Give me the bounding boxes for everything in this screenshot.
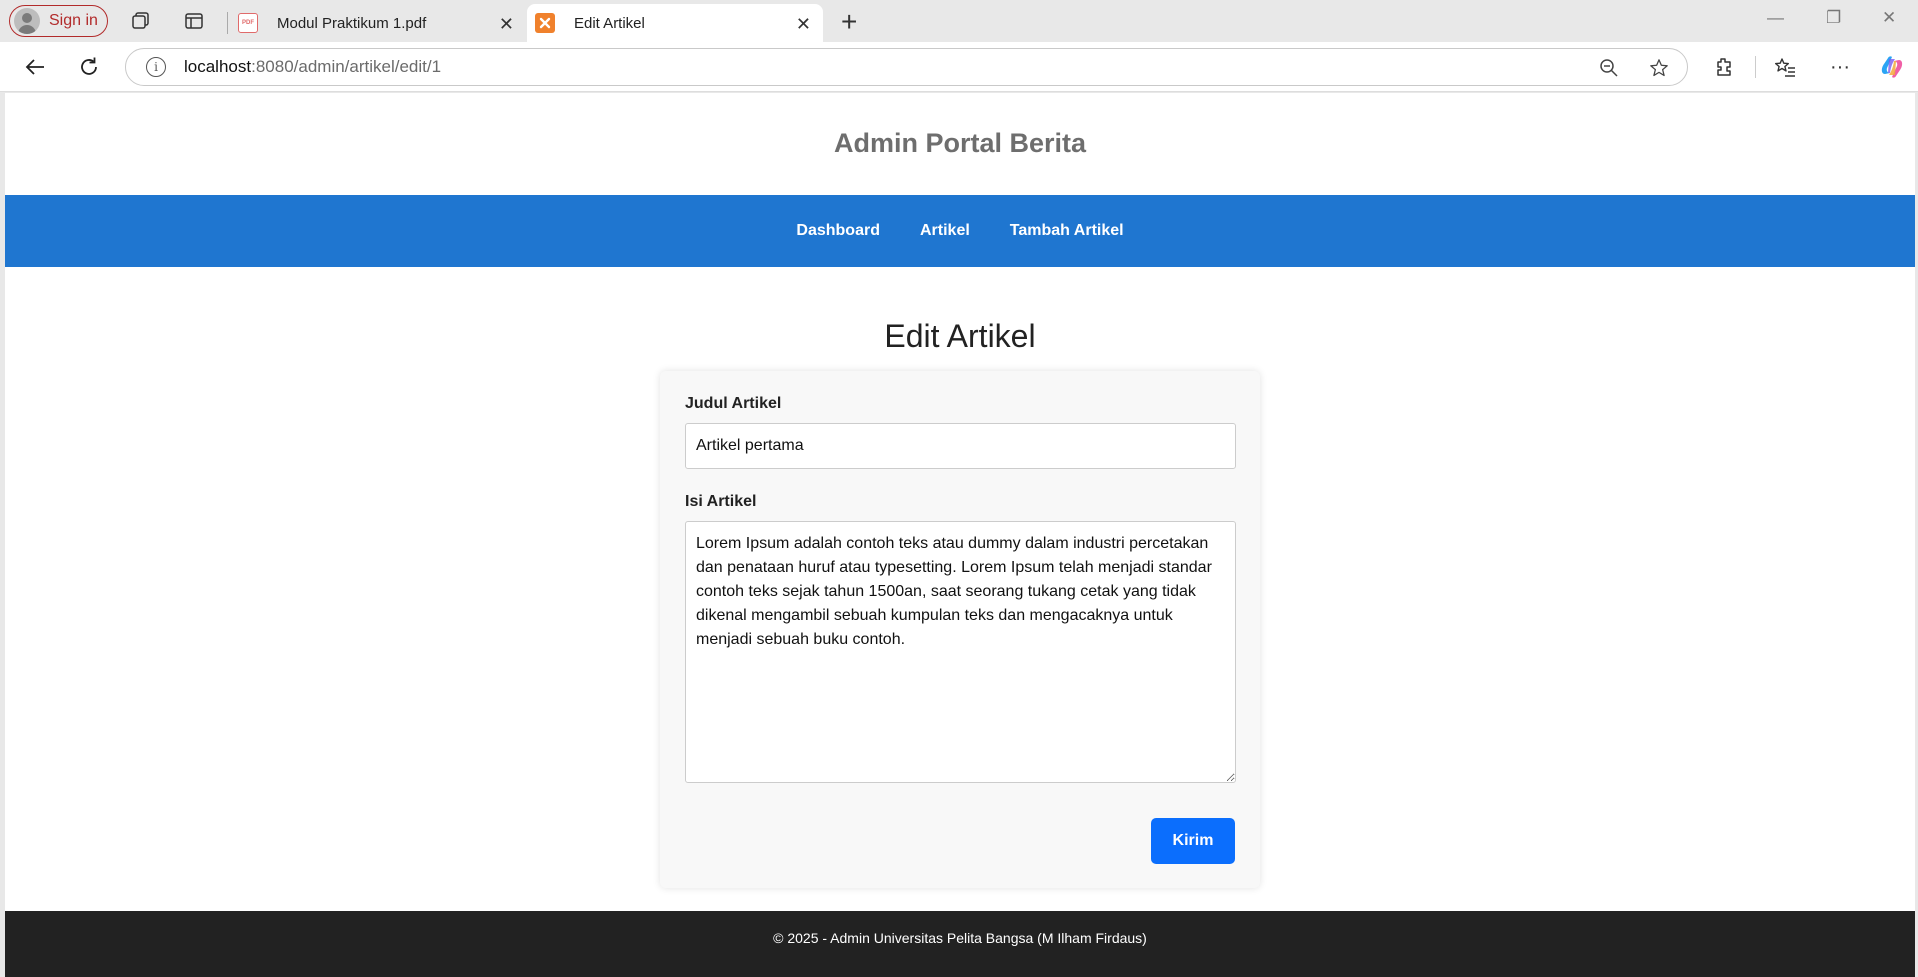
workspaces-icon[interactable] [129,9,153,33]
nav-artikel-link[interactable]: Artikel [920,222,970,240]
url-text: localhost:8080/admin/artikel/edit/1 [184,57,442,76]
edit-article-form: Judul Artikel Isi Artikel Lorem Ipsum ad… [660,371,1260,888]
body-textarea[interactable]: Lorem Ipsum adalah contoh teks atau dumm… [685,521,1236,783]
address-toolbar: i localhost:8080/admin/artikel/edit/1 ··… [0,42,1918,92]
sign-in-label: Sign in [49,12,98,29]
toolbar-divider [1755,56,1756,78]
sign-in-button[interactable]: Sign in [9,5,108,37]
site-header: Admin Portal Berita [5,93,1915,195]
title-input[interactable] [685,423,1236,469]
more-options-icon[interactable]: ··· [1827,54,1853,80]
browser-tab-bar: Sign in PDF Modul Praktikum 1.pdf ✕ Edit… [0,0,1918,42]
tab-title: Edit Artikel [574,14,645,32]
zoom-out-icon[interactable] [1599,58,1619,78]
favorite-star-icon[interactable] [1649,58,1669,78]
favorites-icon[interactable] [1772,54,1798,80]
close-tab-icon[interactable]: ✕ [499,14,514,35]
back-icon[interactable] [21,53,49,81]
extensions-icon[interactable] [1711,54,1737,80]
title-label: Judul Artikel [685,395,782,412]
new-tab-icon[interactable]: + [841,6,857,38]
reload-icon[interactable] [75,53,103,81]
restore-icon[interactable]: ❐ [1826,8,1841,28]
body-label: Isi Artikel [685,493,757,510]
minimize-icon[interactable]: — [1767,8,1784,28]
xampp-icon [535,13,555,33]
profile-avatar-icon [14,8,40,34]
pdf-icon: PDF [238,13,258,33]
tab-edit-artikel[interactable]: Edit Artikel ✕ [527,4,823,42]
tab-modul-praktikum[interactable]: PDF Modul Praktikum 1.pdf ✕ [230,4,526,42]
site-title: Admin Portal Berita [833,127,1087,158]
submit-button[interactable]: Kirim [1151,818,1235,864]
main-content: Edit Artikel Judul Artikel Isi Artikel L… [5,267,1915,888]
main-nav: Dashboard Artikel Tambah Artikel [5,195,1915,267]
tab-actions-icon[interactable] [182,9,206,33]
copilot-icon[interactable] [1879,54,1905,80]
nav-dashboard-link[interactable]: Dashboard [796,222,880,240]
window-close-icon[interactable]: ✕ [1882,8,1896,28]
footer-text: © 2025 - Admin Universitas Pelita Bangsa… [773,930,1147,946]
nav-tambah-artikel-link[interactable]: Tambah Artikel [1010,222,1124,240]
close-tab-icon[interactable]: ✕ [796,14,811,35]
tab-separator [227,12,228,34]
page-heading: Edit Artikel [884,318,1036,354]
web-page: Admin Portal Berita Dashboard Artikel Ta… [5,93,1915,977]
tab-title: Modul Praktikum 1.pdf [277,14,427,32]
site-footer: © 2025 - Admin Universitas Pelita Bangsa… [5,911,1915,977]
site-info-icon[interactable]: i [146,57,166,77]
address-bar[interactable]: i localhost:8080/admin/artikel/edit/1 [125,48,1688,86]
